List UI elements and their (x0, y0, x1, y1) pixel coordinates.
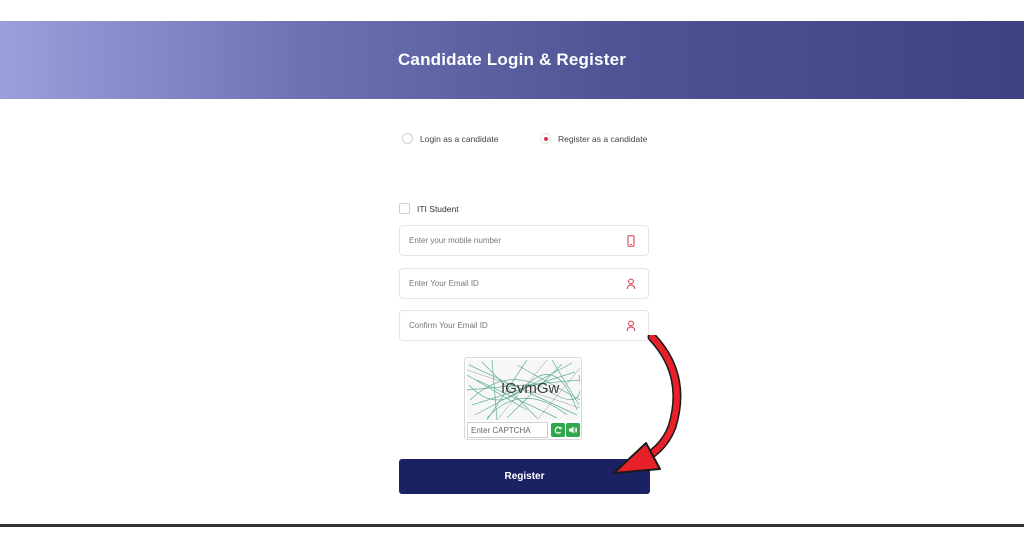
mobile-phone-icon (627, 235, 635, 247)
speaker-icon (569, 426, 578, 434)
login-radio[interactable] (402, 133, 413, 144)
confirm-email-input[interactable] (409, 321, 619, 330)
iti-student-checkbox[interactable] (399, 203, 410, 214)
iti-student-label: ITI Student (417, 203, 459, 214)
registration-page: Candidate Login & Register Login as a ca… (0, 0, 1024, 536)
email-input[interactable] (409, 279, 619, 288)
refresh-icon (554, 426, 562, 434)
annotation-arrow-icon (613, 335, 682, 474)
email-field (399, 268, 649, 299)
user-icon (626, 278, 636, 290)
radio-selected-dot (543, 136, 548, 141)
register-radio-option[interactable]: Register as a candidate (540, 133, 647, 144)
login-radio-label: Login as a candidate (420, 133, 499, 144)
captcha-panel: IGvmGw (464, 357, 582, 440)
mode-radio-group: Login as a candidate Register as a candi… (0, 133, 1024, 149)
captcha-refresh-button[interactable] (551, 423, 565, 437)
page-title: Candidate Login & Register (397, 50, 627, 69)
login-radio-option[interactable]: Login as a candidate (402, 133, 498, 144)
header-banner: Candidate Login & Register (0, 21, 1024, 99)
register-radio-label: Register as a candidate (558, 133, 648, 144)
user-icon (626, 320, 636, 332)
bottom-divider (0, 524, 1024, 527)
captcha-audio-button[interactable] (566, 423, 580, 437)
iti-student-checkbox-row[interactable]: ITI Student (399, 203, 459, 214)
mobile-input[interactable] (409, 236, 619, 245)
captcha-input[interactable] (467, 422, 548, 438)
mobile-field (399, 225, 649, 256)
captcha-image: IGvmGw (467, 360, 580, 420)
captcha-code: IGvmGw (501, 380, 560, 397)
register-radio[interactable] (540, 133, 551, 144)
